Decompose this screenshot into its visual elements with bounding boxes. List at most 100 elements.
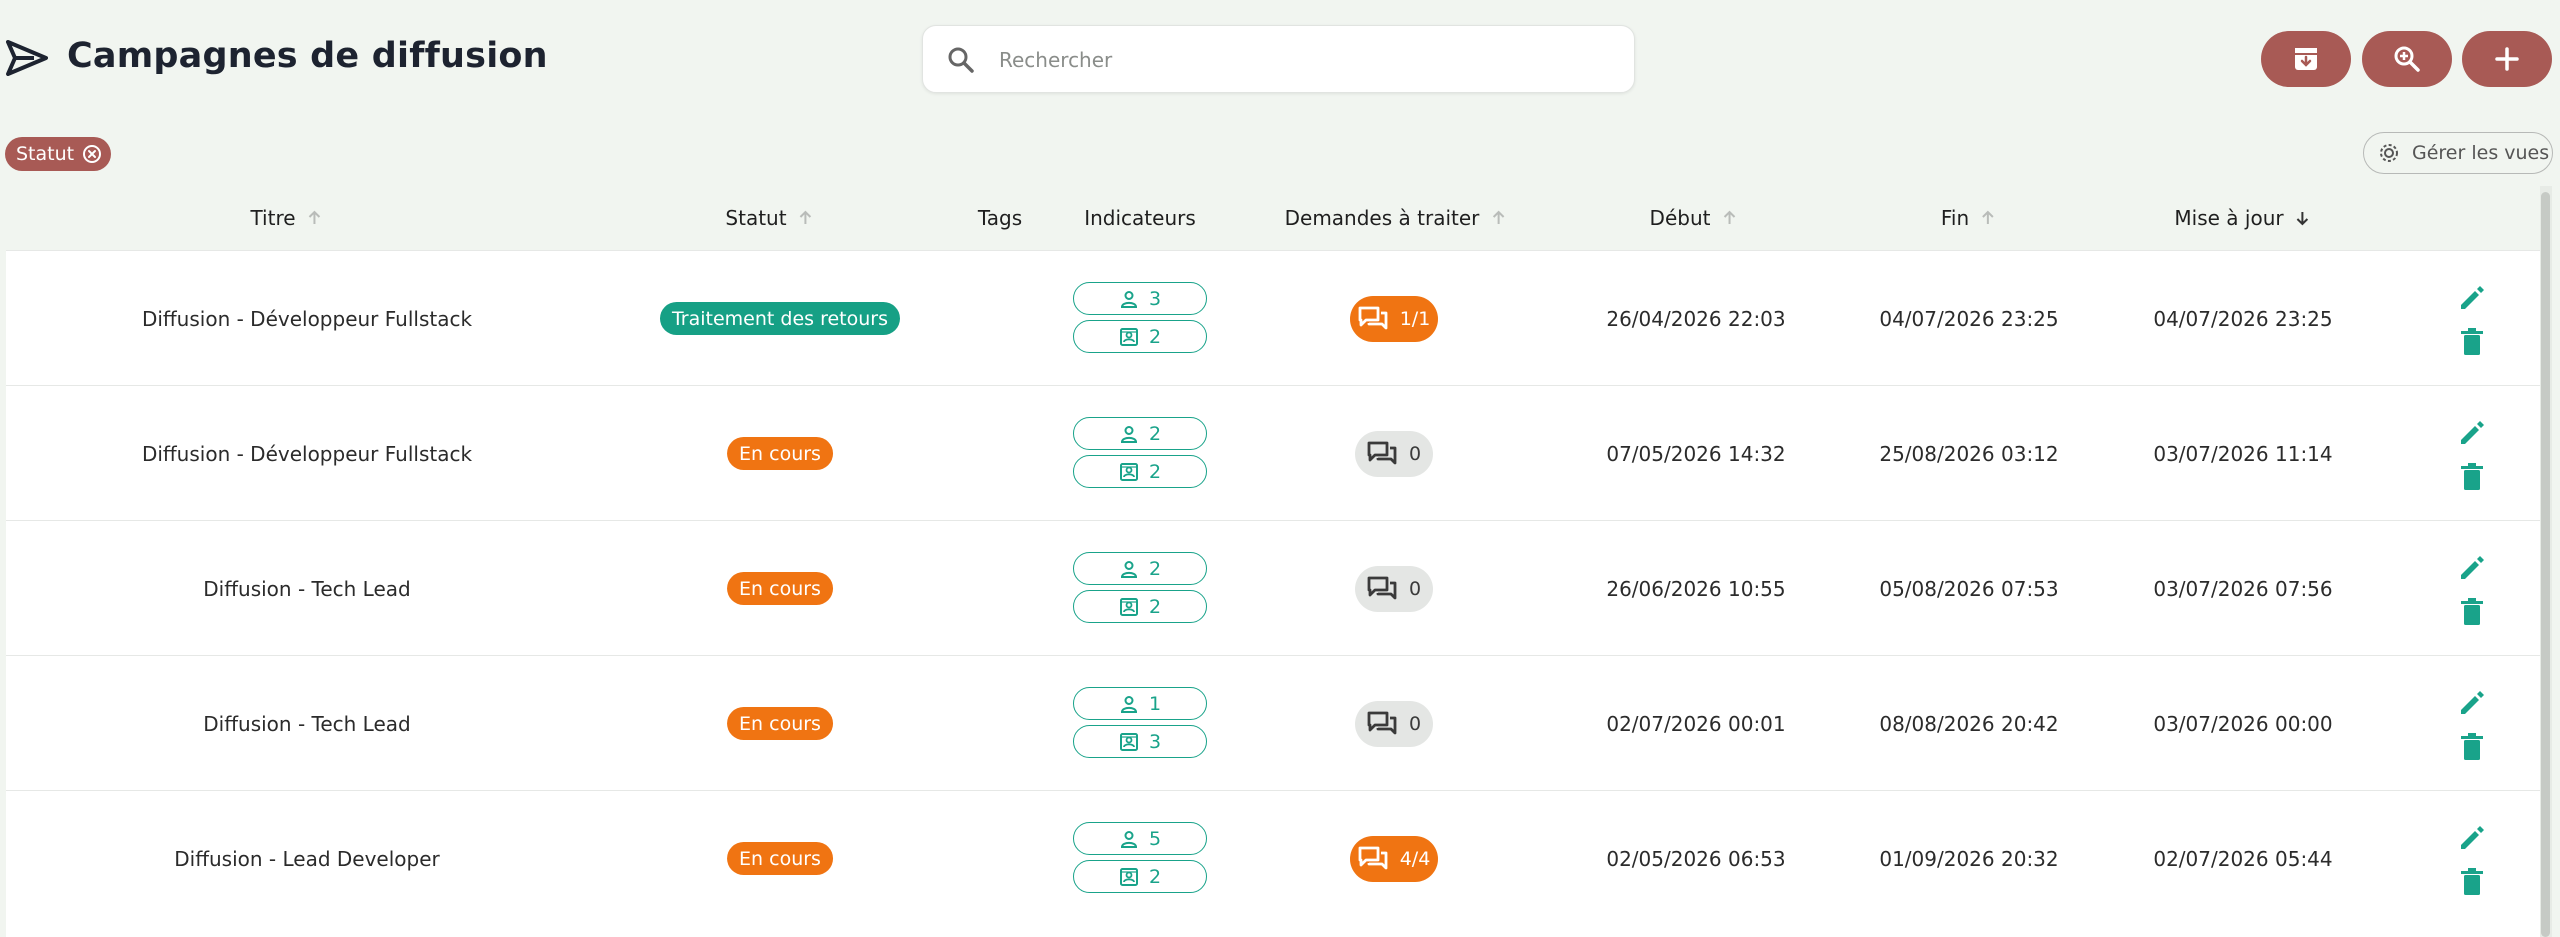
requests-cell: 0 (1355, 656, 1433, 791)
requests-badge[interactable]: 4/4 (1350, 835, 1438, 882)
page-title: Campagnes de diffusion (67, 36, 548, 76)
profiles-indicator[interactable]: 3 (1073, 725, 1207, 758)
column-header-start[interactable]: Début (1650, 186, 1739, 250)
sort-up-icon (308, 210, 321, 224)
row-title: Diffusion - Développeur Fullstack (141, 306, 473, 331)
candidates-indicator[interactable]: 1 (1073, 687, 1207, 720)
contact-card-icon (1119, 462, 1138, 481)
trash-icon[interactable] (2455, 460, 2489, 494)
candidates-count: 5 (1148, 827, 1162, 850)
add-button[interactable] (2462, 31, 2552, 87)
status-badge: En cours (727, 842, 833, 875)
person-icon (1120, 830, 1137, 848)
status-cell: En cours (727, 656, 833, 791)
candidates-count: 2 (1148, 557, 1162, 580)
edit-icon[interactable] (2455, 686, 2489, 720)
gear-icon (2380, 144, 2398, 162)
indicators-cell: 52 (1073, 822, 1207, 898)
indicators-cell: 22 (1073, 417, 1207, 493)
chat-icon (1367, 576, 1397, 599)
table-row[interactable]: Diffusion - Développeur Fullstack Traitem… (6, 250, 2542, 385)
row-actions (2455, 416, 2489, 504)
row-title: Diffusion - Lead Developer (174, 846, 440, 871)
chat-icon (1367, 711, 1397, 734)
row-actions (2455, 551, 2489, 639)
requests-cell: 1/1 (1350, 251, 1438, 386)
search-input[interactable] (999, 44, 1599, 76)
manage-views-label: Gérer les vues (2412, 142, 2550, 164)
row-actions (2455, 281, 2489, 369)
profiles-indicator[interactable]: 2 (1073, 590, 1207, 623)
column-header-requests[interactable]: Demandes à traiter (1285, 186, 1508, 250)
column-header-indicators[interactable]: Indicateurs (1084, 186, 1196, 250)
person-icon (1120, 425, 1137, 443)
person-icon (1120, 695, 1137, 713)
candidates-indicator[interactable]: 2 (1073, 417, 1207, 450)
requests-badge[interactable]: 0 (1355, 565, 1433, 612)
zoom-search-button[interactable] (2362, 31, 2452, 87)
end-date: 25/08/2026 03:12 (1879, 441, 2059, 466)
profiles-count: 2 (1148, 325, 1162, 348)
status-badge: En cours (727, 572, 833, 605)
indicators-cell: 32 (1073, 282, 1207, 358)
updated-date: 03/07/2026 07:56 (2153, 576, 2333, 601)
edit-icon[interactable] (2455, 821, 2489, 855)
contact-card-icon (1119, 597, 1138, 616)
column-header-updated[interactable]: Mise à jour (2174, 186, 2311, 250)
end-date: 04/07/2026 23:25 (1879, 306, 2059, 331)
candidates-indicator[interactable]: 2 (1073, 552, 1207, 585)
updated-date: 04/07/2026 23:25 (2153, 306, 2333, 331)
requests-badge[interactable]: 1/1 (1350, 295, 1438, 342)
trash-icon[interactable] (2455, 730, 2489, 764)
updated-date: 03/07/2026 00:00 (2153, 711, 2333, 736)
profiles-count: 2 (1148, 865, 1162, 888)
candidates-count: 2 (1148, 422, 1162, 445)
edit-icon[interactable] (2455, 416, 2489, 450)
trash-icon[interactable] (2455, 865, 2489, 899)
search-box[interactable] (922, 25, 1635, 93)
archive-button[interactable] (2261, 31, 2351, 87)
requests-count: 0 (1408, 577, 1422, 600)
start-date: 26/06/2026 10:55 (1606, 576, 1786, 601)
requests-badge[interactable]: 0 (1355, 700, 1433, 747)
profiles-indicator[interactable]: 2 (1073, 455, 1207, 488)
requests-cell: 0 (1355, 521, 1433, 656)
candidates-indicator[interactable]: 5 (1073, 822, 1207, 855)
column-header-status[interactable]: Statut (725, 186, 814, 250)
trash-icon[interactable] (2455, 595, 2489, 629)
requests-count: 4/4 (1399, 847, 1431, 870)
column-header-tags[interactable]: Tags (978, 186, 1022, 250)
sort-up-icon (799, 210, 812, 224)
candidates-count: 1 (1148, 692, 1162, 715)
requests-count: 1/1 (1399, 307, 1431, 330)
send-icon (6, 40, 48, 76)
edit-icon[interactable] (2455, 281, 2489, 315)
manage-views-button[interactable]: Gérer les vues (2363, 132, 2553, 174)
trash-icon[interactable] (2455, 325, 2489, 359)
table-row[interactable]: Diffusion - Tech Lead En cours 1 3 0 02/07/20… (6, 655, 2542, 790)
profiles-indicator[interactable]: 2 (1073, 860, 1207, 893)
status-filter-chip[interactable]: Statut (5, 137, 112, 171)
table-row[interactable]: Diffusion - Lead Developer En cours 5 2 4/4 0… (6, 790, 2542, 925)
candidates-indicator[interactable]: 3 (1073, 282, 1207, 315)
column-header-title[interactable]: Titre (250, 186, 323, 250)
row-title: Diffusion - Tech Lead (203, 711, 411, 736)
row-title: Diffusion - Développeur Fullstack (141, 441, 473, 466)
updated-date: 02/07/2026 05:44 (2153, 846, 2333, 871)
status-cell: Traitement des retours (659, 251, 901, 386)
status-cell: En cours (727, 386, 833, 521)
edit-icon[interactable] (2455, 551, 2489, 585)
row-actions (2455, 686, 2489, 774)
scrollbar-thumb[interactable] (2541, 192, 2550, 937)
contact-card-icon (1119, 732, 1138, 751)
requests-badge[interactable]: 0 (1355, 430, 1433, 477)
status-badge: En cours (727, 707, 833, 740)
end-date: 01/09/2026 20:32 (1879, 846, 2059, 871)
table-row[interactable]: Diffusion - Tech Lead En cours 2 2 0 26/06/20… (6, 520, 2542, 655)
close-icon[interactable] (82, 144, 102, 164)
row-title: Diffusion - Tech Lead (203, 576, 411, 601)
profiles-indicator[interactable]: 2 (1073, 320, 1207, 353)
status-badge: En cours (727, 437, 833, 470)
column-header-end[interactable]: Fin (1941, 186, 1997, 250)
table-row[interactable]: Diffusion - Développeur Fullstack En cour… (6, 385, 2542, 520)
